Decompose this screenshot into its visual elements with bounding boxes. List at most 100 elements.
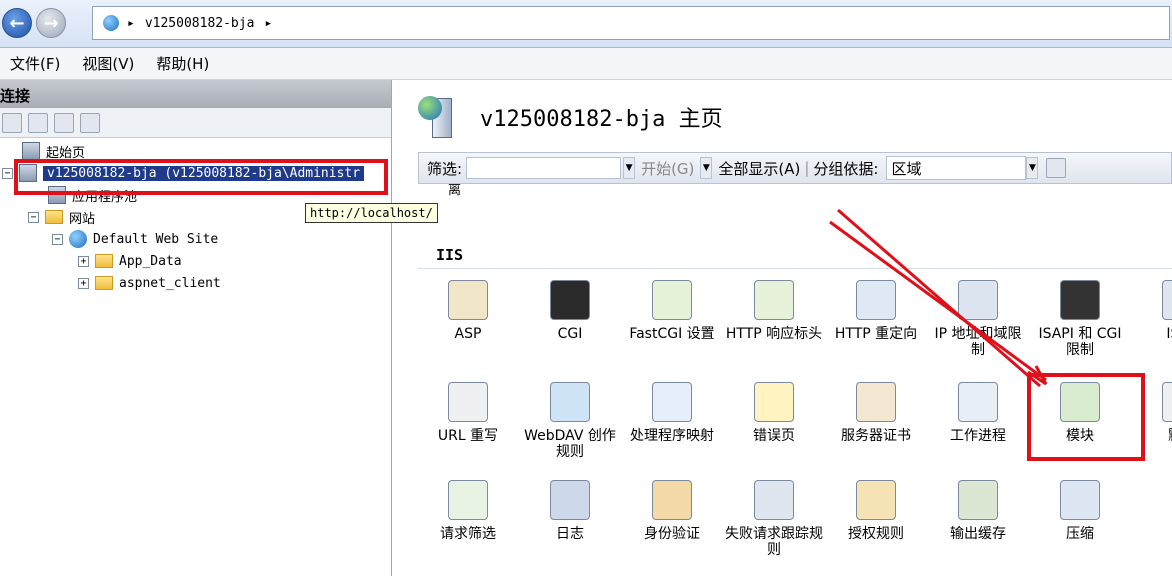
up-icon[interactable]	[54, 112, 74, 133]
feature-tile-label: ISAPI 和 CGI 限制	[1038, 326, 1122, 358]
feature-tile[interactable]: 身份验证	[622, 480, 722, 542]
tree-label: 网站	[69, 211, 96, 227]
tree-item-aspnet-client[interactable]: + aspnet_client	[78, 272, 221, 294]
feature-tile-label: 身份验证	[644, 526, 700, 542]
connect-icon[interactable]	[2, 112, 22, 133]
page-title: v125008182-bja 主页	[418, 94, 723, 140]
menu-help[interactable]: 帮助(H)	[156, 53, 209, 74]
default-document-icon	[1162, 382, 1172, 422]
feature-tile[interactable]: FastCGI 设置	[622, 280, 722, 342]
feature-tile[interactable]: 压缩	[1030, 480, 1130, 542]
feature-tile[interactable]: ISAP	[1132, 280, 1172, 342]
partial-text: 离	[448, 184, 462, 198]
cgi-icon	[550, 280, 590, 320]
highlight-box-server	[14, 159, 388, 195]
tree-item-sites[interactable]: − 网站	[28, 206, 95, 228]
tree-label: aspnet_client	[119, 275, 221, 291]
error-pages-icon	[754, 382, 794, 422]
section-divider	[418, 268, 1172, 269]
logging-icon	[550, 480, 590, 520]
http-response-headers-icon	[754, 280, 794, 320]
feature-tile[interactable]: 失败请求跟踪规则	[724, 480, 824, 558]
folder-icon	[95, 254, 113, 268]
server-icon	[103, 15, 119, 31]
disconnect-icon[interactable]	[80, 112, 100, 133]
address-separator: ▸	[127, 15, 135, 31]
feature-tile[interactable]: 处理程序映射	[622, 382, 722, 444]
feature-tile[interactable]: HTTP 重定向	[826, 280, 926, 342]
feature-tile[interactable]: HTTP 响应标头	[724, 280, 824, 342]
handler-mappings-icon	[652, 382, 692, 422]
feature-tile[interactable]: 请求筛选	[418, 480, 518, 542]
feature-tile-label: 错误页	[753, 428, 795, 444]
server-globe-icon	[418, 94, 458, 140]
request-filtering-icon	[448, 480, 488, 520]
collapse-icon[interactable]: −	[28, 211, 39, 223]
feature-tile[interactable]: CGI	[520, 280, 620, 342]
http-redirect-icon	[856, 280, 896, 320]
view-icon[interactable]	[1046, 158, 1067, 178]
connections-pane: 连接 起始页 − v125008182-bja (v125008182-bja\…	[0, 80, 392, 576]
worker-processes-icon	[958, 382, 998, 422]
expand-icon[interactable]: +	[78, 277, 89, 289]
server-certificates-icon	[856, 382, 896, 422]
fastcgi-icon	[652, 280, 692, 320]
feature-tile-label: WebDAV 创作规则	[524, 428, 616, 460]
feature-tile-label: ASP	[454, 326, 482, 342]
collapse-icon[interactable]: −	[52, 233, 63, 245]
address-crumb[interactable]: v125008182-bja	[145, 16, 255, 31]
tree-label: Default Web Site	[93, 231, 219, 247]
menu-file[interactable]: 文件(F)	[10, 53, 60, 74]
url-rewrite-icon	[448, 382, 488, 422]
isapi-filters-icon	[1162, 280, 1172, 320]
chevron-down-icon[interactable]: ▼	[700, 157, 713, 179]
address-field[interactable]: ▸ v125008182-bja ▸	[92, 6, 1170, 40]
forward-button[interactable]: →	[36, 8, 66, 38]
collapse-icon[interactable]: −	[2, 167, 13, 179]
chevron-down-icon[interactable]: ▼	[623, 157, 636, 179]
isapi-cgi-restrictions-icon	[1060, 280, 1100, 320]
feature-tile-label: URL 重写	[437, 428, 499, 444]
connections-header: 连接	[0, 80, 391, 108]
feature-tile-label: 压缩	[1066, 526, 1094, 542]
menu-view[interactable]: 视图(V)	[82, 53, 134, 74]
feature-tile[interactable]: 日志	[520, 480, 620, 542]
start-filter-button[interactable]: 开始(G)	[641, 158, 694, 179]
feature-tile[interactable]: ASP	[418, 280, 518, 342]
feature-tile-label: HTTP 重定向	[834, 326, 918, 342]
feature-tile[interactable]: 服务器证书	[826, 382, 926, 444]
feature-tile[interactable]: 错误页	[724, 382, 824, 444]
sites-icon	[45, 210, 63, 224]
feature-tile[interactable]: 输出缓存	[928, 480, 1028, 542]
chevron-down-icon[interactable]: ▼	[1026, 157, 1039, 179]
feature-tile[interactable]: ISAPI 和 CGI 限制	[1030, 280, 1130, 358]
ip-restrictions-icon	[958, 280, 998, 320]
expand-icon[interactable]: +	[78, 255, 89, 267]
tree-item-app-data[interactable]: + App_Data	[78, 250, 182, 272]
feature-tile[interactable]: URL 重写	[418, 382, 518, 444]
feature-tile-label: 处理程序映射	[630, 428, 714, 444]
webdav-icon	[550, 382, 590, 422]
address-separator-end[interactable]: ▸	[264, 16, 272, 31]
show-all-button[interactable]: 全部显示(A)	[718, 158, 800, 179]
feature-tile[interactable]: IP 地址和域限制	[928, 280, 1028, 358]
home-icon	[22, 142, 40, 160]
back-button[interactable]: ←	[2, 8, 32, 38]
feature-tile[interactable]: 授权规则	[826, 480, 926, 542]
feature-tile-label: FastCGI 设置	[629, 326, 715, 342]
tree-label: 起始页	[46, 145, 86, 161]
filter-input[interactable]	[466, 157, 622, 179]
section-header-iis: IIS	[436, 246, 464, 264]
tree-item-default-site[interactable]: − Default Web Site	[52, 228, 218, 250]
filter-bar: 筛选: ▼ 开始(G) ▼ 全部显示(A) | 分组依据: 区域 ▼	[418, 152, 1172, 184]
save-icon[interactable]	[28, 112, 48, 133]
feature-tile-label: 失败请求跟踪规则	[725, 526, 823, 558]
feature-tile[interactable]: 工作进程	[928, 382, 1028, 444]
group-by-select[interactable]: 区域	[886, 156, 1027, 180]
menu-bar: 文件(F) 视图(V) 帮助(H)	[0, 48, 1172, 80]
features-pane: v125008182-bja 主页 筛选: ▼ 开始(G) ▼ 全部显示(A) …	[402, 80, 1172, 576]
feature-tile[interactable]: WebDAV 创作规则	[520, 382, 620, 460]
feature-tile-label: IP 地址和域限制	[934, 326, 1022, 358]
separator: |	[804, 159, 810, 177]
authorization-rules-icon	[856, 480, 896, 520]
